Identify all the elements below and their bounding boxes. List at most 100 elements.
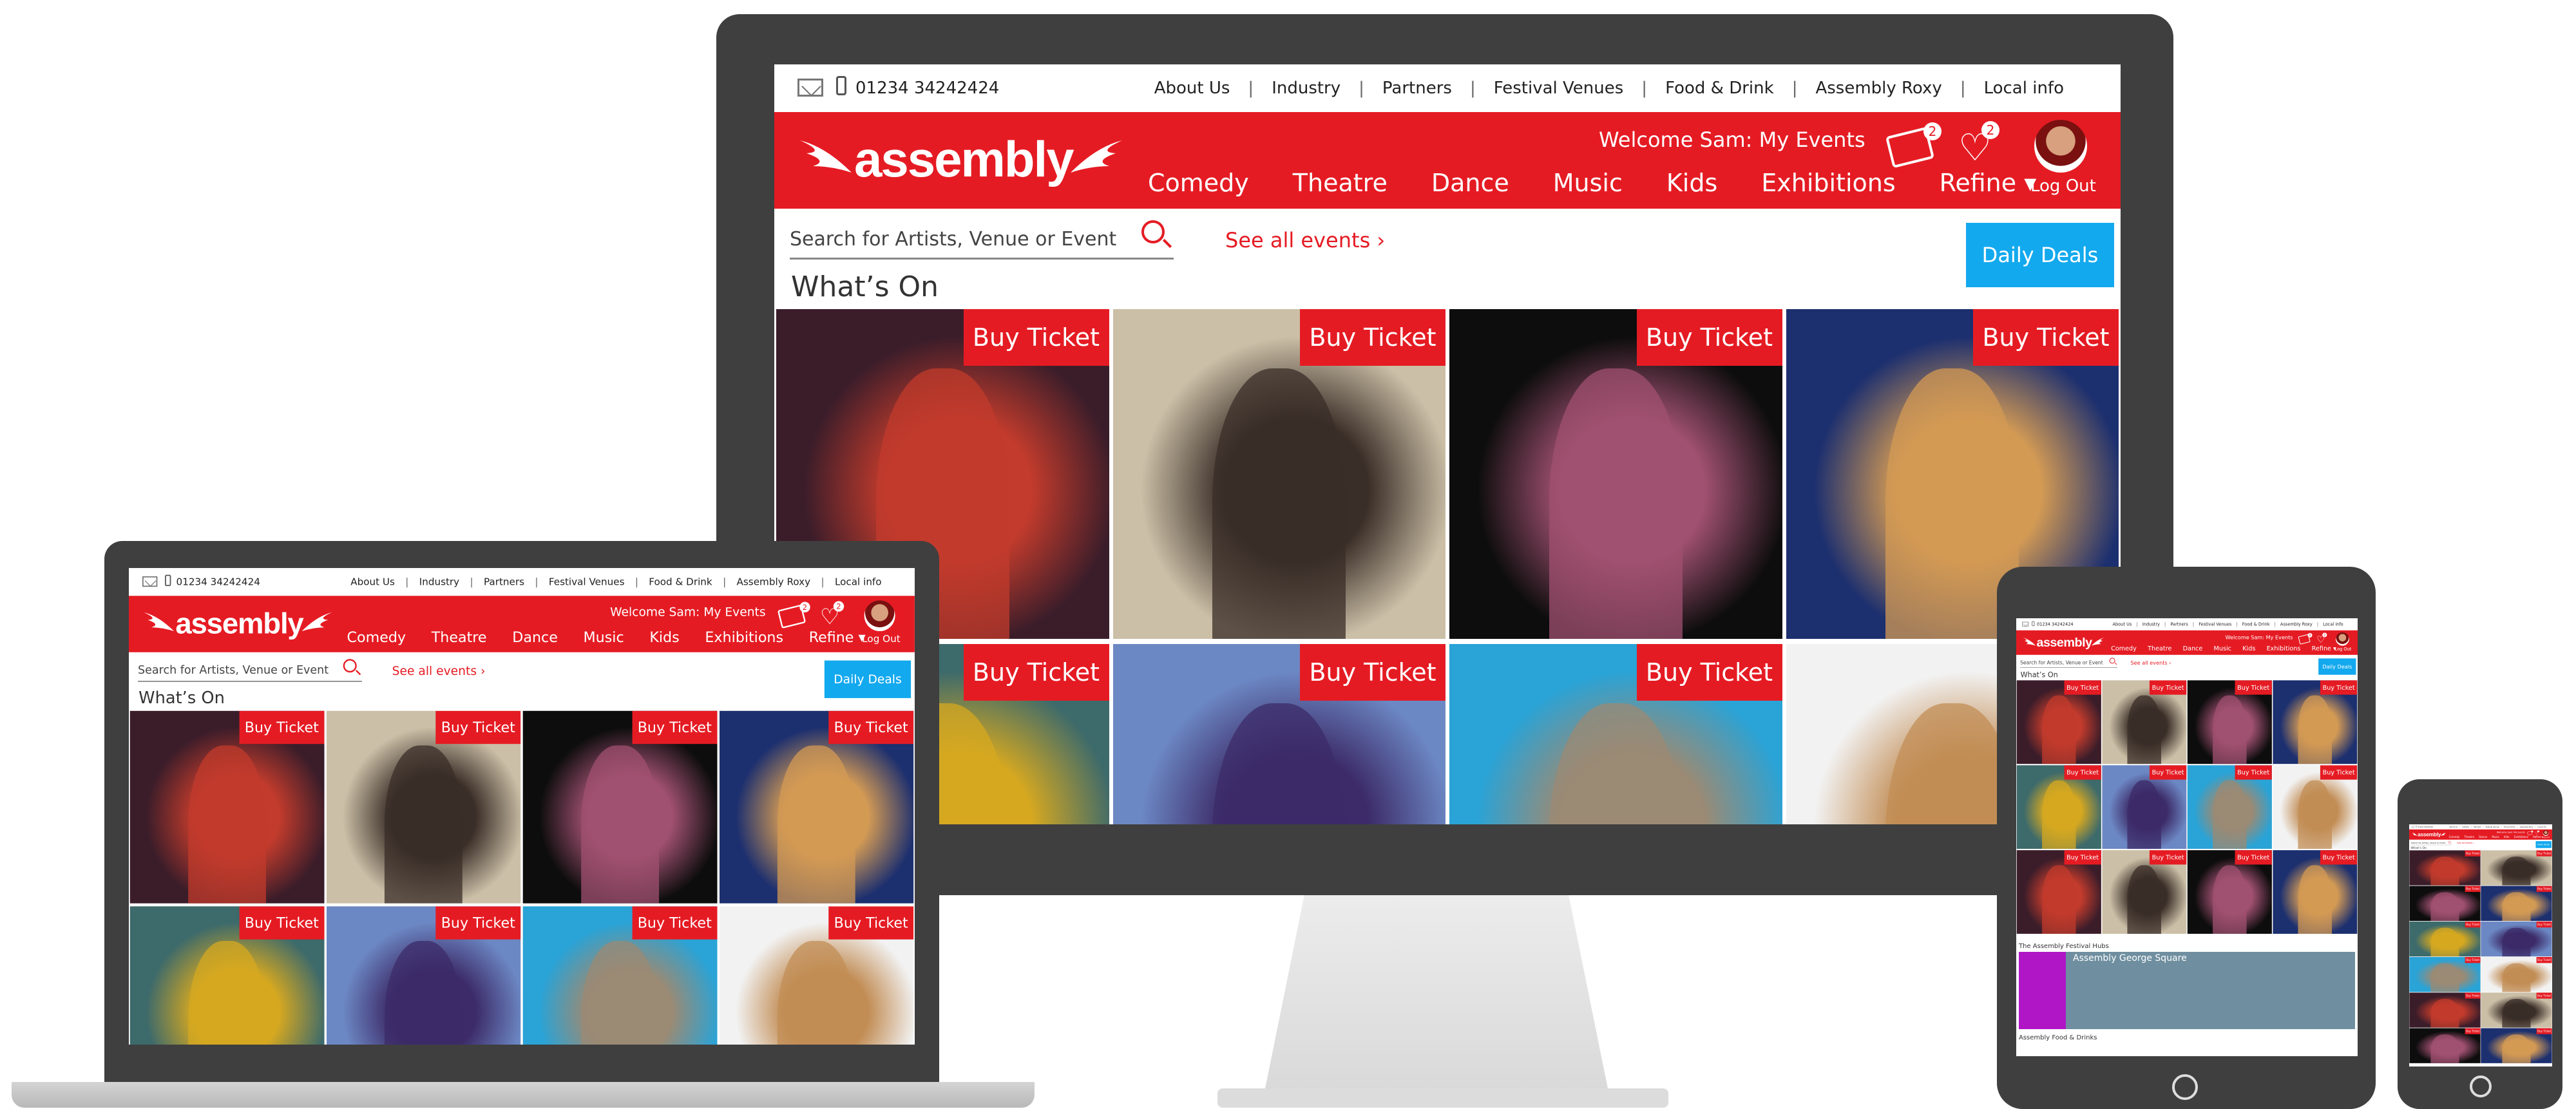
buy-ticket-button[interactable]: Buy Ticket <box>2235 850 2272 865</box>
buy-ticket-button[interactable]: Buy Ticket <box>2235 680 2272 695</box>
buy-ticket-button[interactable]: Buy Ticket <box>2149 680 2187 695</box>
event-tile[interactable]: Buy Ticket <box>719 710 914 904</box>
event-tile[interactable]: Buy Ticket <box>129 710 325 904</box>
buy-ticket-button[interactable]: Buy Ticket <box>1300 309 1445 366</box>
event-tile[interactable]: Buy Ticket <box>2187 680 2272 764</box>
nav-item[interactable]: Refine ▾ <box>2312 645 2336 652</box>
buy-ticket-button[interactable]: Buy Ticket <box>1636 309 1782 366</box>
buy-ticket-button[interactable]: Buy Ticket <box>632 710 718 744</box>
buy-ticket-button[interactable]: Buy Ticket <box>2149 765 2187 780</box>
utility-link[interactable]: Partners <box>473 576 535 588</box>
event-tile[interactable]: Buy Ticket <box>719 906 914 1045</box>
welcome-message[interactable]: Welcome Sam: My Events <box>2226 634 2293 641</box>
search-input[interactable]: Search for Artists, Venue or Event <box>790 222 1174 260</box>
tablet-venue-banner[interactable]: Assembly George Square <box>2019 952 2355 1029</box>
nav-item[interactable]: Theatre <box>432 629 487 646</box>
search-icon[interactable] <box>343 659 357 673</box>
event-tile[interactable]: Buy Ticket <box>2102 765 2187 849</box>
event-tile[interactable]: Buy Ticket <box>1112 309 1445 639</box>
buy-ticket-button[interactable]: Buy Ticket <box>2465 850 2481 857</box>
event-tile[interactable]: Buy Ticket <box>2016 850 2101 934</box>
event-tile[interactable]: Buy Ticket <box>1449 644 1782 824</box>
utility-link[interactable]: Assembly Roxy <box>1797 79 1960 98</box>
mail-icon[interactable] <box>2411 826 2415 828</box>
buy-ticket-button[interactable]: Buy Ticket <box>2536 921 2552 928</box>
daily-deals-button[interactable]: Daily Deals <box>1966 223 2114 287</box>
utility-link[interactable]: Industry <box>2460 826 2471 828</box>
event-tile[interactable]: Buy Ticket <box>2409 1028 2481 1063</box>
utility-link[interactable]: Local info <box>825 576 892 588</box>
event-tile[interactable]: Buy Ticket <box>2409 921 2481 957</box>
buy-ticket-button[interactable]: Buy Ticket <box>2536 957 2552 963</box>
search-icon[interactable] <box>2448 840 2451 844</box>
phone-number[interactable]: 01234 34242424 <box>177 576 260 588</box>
welcome-message[interactable]: Welcome Sam: My Events <box>1599 128 1865 152</box>
utility-link[interactable]: Festival Venues <box>2194 622 2236 627</box>
see-all-events-link[interactable]: See all events › <box>2457 842 2474 844</box>
nav-item[interactable]: Exhibitions <box>2267 645 2301 652</box>
user-avatar[interactable] <box>2336 632 2349 646</box>
event-tile[interactable]: Buy Ticket <box>2187 765 2272 849</box>
buy-ticket-button[interactable]: Buy Ticket <box>1300 644 1445 701</box>
nav-item[interactable]: Dance <box>2183 645 2203 652</box>
nav-item[interactable]: Exhibitions <box>2514 835 2528 839</box>
buy-ticket-button[interactable]: Buy Ticket <box>239 906 325 940</box>
buy-ticket-button[interactable]: Buy Ticket <box>2064 850 2101 865</box>
nav-item[interactable]: Refine ▾ <box>1940 169 2037 197</box>
assembly-logo[interactable]: assembly <box>794 121 1129 192</box>
logout-link[interactable]: Log Out <box>2335 647 2352 652</box>
logout-link[interactable]: Log Out <box>2030 176 2096 196</box>
nav-item[interactable]: Refine ▾ <box>809 629 866 646</box>
search-input[interactable]: Search for Artists, Venue or Event <box>2410 841 2452 846</box>
utility-link[interactable]: Assembly Roxy <box>2276 622 2317 627</box>
buy-ticket-button[interactable]: Buy Ticket <box>2536 850 2552 857</box>
nav-item[interactable]: Exhibitions <box>705 629 783 646</box>
utility-link[interactable]: Partners <box>2166 622 2193 627</box>
utility-link[interactable]: Festival Venues <box>2484 826 2501 828</box>
user-avatar[interactable] <box>2034 120 2087 173</box>
utility-link[interactable]: Local info <box>1966 79 2082 98</box>
event-tile[interactable]: Buy Ticket <box>2102 680 2187 764</box>
buy-ticket-button[interactable]: Buy Ticket <box>435 906 521 940</box>
buy-ticket-button[interactable]: Buy Ticket <box>2465 1028 2481 1034</box>
event-tile[interactable]: Buy Ticket <box>2102 850 2187 934</box>
utility-link[interactable]: Local info <box>2318 622 2348 627</box>
nav-item[interactable]: Dance <box>2479 835 2487 839</box>
nav-item[interactable]: Music <box>2492 835 2499 839</box>
event-tile[interactable]: Buy Ticket <box>326 906 521 1045</box>
event-tile[interactable]: Buy Ticket <box>2273 680 2358 764</box>
buy-ticket-button[interactable]: Buy Ticket <box>2064 680 2101 695</box>
nav-item[interactable]: Comedy <box>1148 169 1249 197</box>
nav-item[interactable]: Kids <box>1666 169 1717 197</box>
utility-link[interactable]: Partners <box>1364 79 1470 98</box>
search-icon[interactable] <box>2109 658 2115 664</box>
event-tile[interactable]: Buy Ticket <box>2016 680 2101 764</box>
buy-ticket-button[interactable]: Buy Ticket <box>2320 850 2358 865</box>
buy-ticket-button[interactable]: Buy Ticket <box>1636 644 1782 701</box>
assembly-logo[interactable]: assembly <box>2411 830 2447 838</box>
utility-link[interactable]: Food & Drink <box>2238 622 2275 627</box>
search-input[interactable]: Search for Artists, Venue or Event <box>138 659 362 682</box>
nav-item[interactable]: Kids <box>2242 645 2255 652</box>
logout-link[interactable]: Log Out <box>862 634 900 645</box>
event-tile[interactable]: Buy Ticket <box>522 906 718 1045</box>
nav-item[interactable]: Refine ▾ <box>2533 835 2543 839</box>
see-all-events-link[interactable]: See all events › <box>392 663 486 678</box>
event-tile[interactable]: Buy Ticket <box>2409 992 2481 1028</box>
nav-item[interactable]: Kids <box>649 629 679 646</box>
event-tile[interactable]: Buy Ticket <box>2481 957 2552 992</box>
nav-item[interactable]: Dance <box>1431 169 1509 197</box>
assembly-logo[interactable]: assembly <box>140 601 336 642</box>
event-tile[interactable]: Buy Ticket <box>326 710 521 904</box>
buy-ticket-button[interactable]: Buy Ticket <box>828 710 914 744</box>
event-tile[interactable]: Buy Ticket <box>2409 957 2481 992</box>
buy-ticket-button[interactable]: Buy Ticket <box>828 906 914 940</box>
buy-ticket-button[interactable]: Buy Ticket <box>632 906 718 940</box>
buy-ticket-button[interactable]: Buy Ticket <box>2465 957 2481 963</box>
search-icon[interactable] <box>1141 220 1165 243</box>
nav-item[interactable]: Music <box>584 629 624 646</box>
utility-link[interactable]: Food & Drink <box>2502 826 2517 828</box>
buy-ticket-button[interactable]: Buy Ticket <box>2320 680 2358 695</box>
event-tile[interactable]: Buy Ticket <box>1449 309 1782 639</box>
utility-link[interactable]: Industry <box>2138 622 2164 627</box>
